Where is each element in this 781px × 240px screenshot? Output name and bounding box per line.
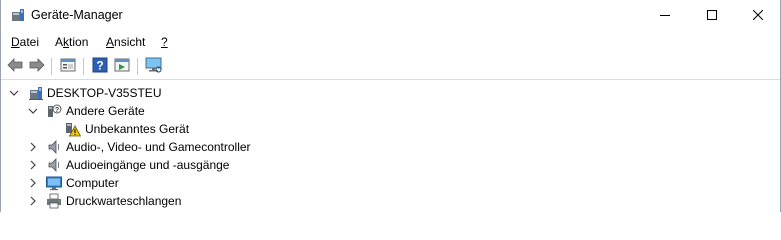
- menu-ansicht[interactable]: Ansicht: [106, 35, 145, 49]
- minimize-button[interactable]: [642, 0, 688, 31]
- tree-item-label: Computer: [66, 176, 119, 190]
- forward-arrow-icon: [29, 58, 45, 75]
- chevron-right-icon[interactable]: [28, 195, 38, 207]
- tree-item-label: Andere Geräte: [66, 104, 145, 118]
- svg-text:?: ?: [55, 107, 59, 114]
- monitor-icon: [46, 175, 62, 191]
- tree-item-andere-geraete[interactable]: ? Andere Geräte: [1, 102, 780, 120]
- chevron-right-icon[interactable]: [28, 159, 38, 171]
- unknown-device-icon: ?: [46, 103, 62, 119]
- update-driver-icon: [114, 58, 130, 75]
- back-arrow-icon: [7, 58, 23, 75]
- chevron-down-icon[interactable]: [9, 87, 19, 99]
- menu-datei[interactable]: Datei: [11, 35, 39, 49]
- chevron-right-icon[interactable]: [28, 141, 38, 153]
- tree-item-audioeingaenge[interactable]: Audioeingänge und -ausgänge: [1, 156, 780, 174]
- title-bar[interactable]: Geräte-Manager: [1, 0, 780, 31]
- menu-aktion[interactable]: Aktion: [55, 35, 88, 49]
- device-manager-window: Geräte-Manager Datei Aktion Ansicht ? ? …: [0, 0, 781, 212]
- printer-icon: [46, 193, 62, 209]
- device-tree[interactable]: DESKTOP-V35STEU ? Andere Geräte Unbekann…: [1, 83, 780, 212]
- tree-item-computer[interactable]: Computer: [1, 174, 780, 192]
- maximize-icon: [707, 9, 717, 23]
- tree-item-label: Druckwarteschlangen: [66, 194, 182, 208]
- window-title: Geräte-Manager: [31, 8, 123, 22]
- tree-root-label: DESKTOP-V35STEU: [47, 86, 162, 100]
- toolbar-separator: [51, 58, 52, 75]
- scan-hardware-button[interactable]: [144, 57, 164, 76]
- speaker-icon: [46, 157, 62, 173]
- update-driver-button[interactable]: [112, 57, 132, 76]
- computer-tree-icon: [28, 85, 44, 101]
- tree-item-label: Unbekanntes Gerät: [85, 122, 190, 136]
- svg-text:?: ?: [96, 59, 103, 73]
- close-button[interactable]: [735, 0, 780, 31]
- back-button[interactable]: [5, 57, 25, 76]
- warning-device-icon: [65, 121, 82, 137]
- chevron-right-icon[interactable]: [28, 177, 38, 189]
- speaker-icon: [46, 139, 62, 155]
- tree-item-druckwarteschlangen[interactable]: Druckwarteschlangen: [1, 192, 780, 210]
- properties-icon: [60, 58, 76, 75]
- tree-item-label: Audioeingänge und -ausgänge: [66, 158, 230, 172]
- toolbar: ?: [1, 53, 780, 80]
- close-icon: [752, 9, 764, 23]
- help-icon: ?: [92, 57, 108, 76]
- toolbar-separator: [137, 58, 138, 75]
- tree-item-unbekanntes-geraet[interactable]: Unbekanntes Gerät: [1, 120, 780, 138]
- properties-button[interactable]: [58, 57, 78, 76]
- forward-button[interactable]: [27, 57, 47, 76]
- minimize-icon: [660, 9, 670, 23]
- menu-help[interactable]: ?: [161, 35, 168, 49]
- menu-bar: Datei Aktion Ansicht ?: [1, 31, 780, 53]
- scan-hardware-icon: [145, 57, 163, 76]
- tree-item-audio-video-gamecontroller[interactable]: Audio-, Video- und Gamecontroller: [1, 138, 780, 156]
- chevron-down-icon[interactable]: [28, 105, 38, 117]
- maximize-button[interactable]: [689, 0, 735, 31]
- device-manager-icon: [11, 8, 25, 22]
- toolbar-separator: [83, 58, 84, 75]
- help-button[interactable]: ?: [90, 57, 110, 76]
- tree-item-label: Audio-, Video- und Gamecontroller: [66, 140, 251, 154]
- tree-root-row[interactable]: DESKTOP-V35STEU: [1, 84, 780, 102]
